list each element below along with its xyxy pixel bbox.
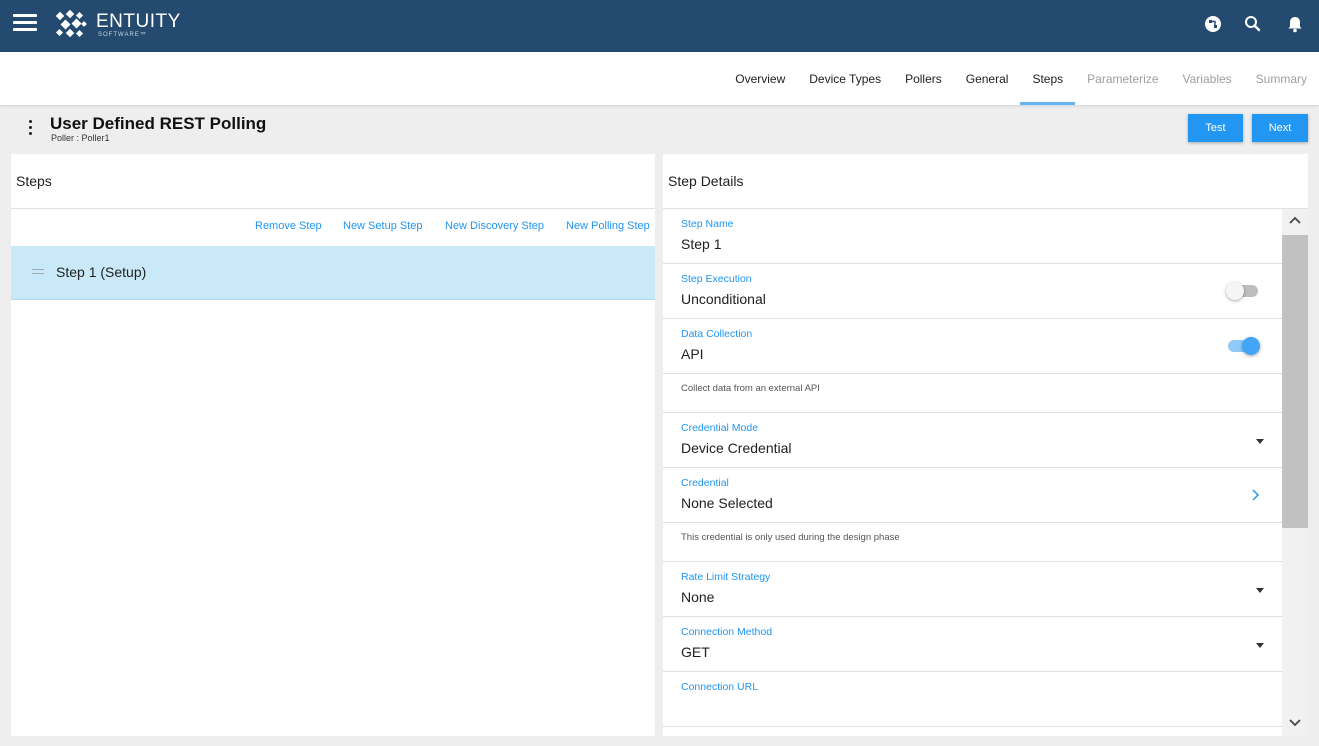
tab-steps[interactable]: Steps [1020, 52, 1075, 105]
remove-step-button[interactable]: Remove Step [255, 220, 322, 232]
chevron-right-icon[interactable] [1250, 489, 1260, 501]
dropdown-arrow-icon[interactable] [1256, 439, 1264, 444]
steps-actions: Remove Step New Setup Step New Discovery… [11, 209, 655, 246]
credential-mode-select[interactable]: Credential Mode Device Credential [663, 413, 1282, 468]
entuity-logo-mark-icon [55, 10, 87, 38]
credential-selector[interactable]: Credential None Selected [663, 468, 1282, 523]
next-button[interactable]: Next [1252, 114, 1308, 142]
details-scrollbar[interactable] [1282, 209, 1308, 736]
credential-value: None Selected [681, 495, 773, 511]
new-setup-step-button[interactable]: New Setup Step [343, 220, 423, 232]
scrollbar-thumb[interactable] [1282, 235, 1308, 528]
credential-hint: This credential is only used during the … [663, 523, 1282, 562]
connection-url-label: Connection URL [681, 681, 759, 693]
tab-variables[interactable]: Variables [1171, 52, 1244, 105]
search-icon[interactable] [1243, 14, 1263, 34]
steps-panel: Steps Remove Step New Setup Step New Dis… [11, 154, 655, 736]
connection-url-field[interactable]: Connection URL [663, 672, 1282, 727]
tab-overview[interactable]: Overview [723, 52, 797, 105]
step-list-item-label: Step 1 (Setup) [56, 264, 147, 280]
connection-method-label: Connection Method [681, 626, 773, 638]
step-name-label: Step Name [681, 218, 734, 230]
data-collection-hint-text: Collect data from an external API [681, 383, 820, 394]
entuity-logo[interactable]: ENTUITY SOFTWARE™ [54, 9, 194, 43]
new-polling-step-button[interactable]: New Polling Step [566, 220, 650, 232]
dropdown-arrow-icon[interactable] [1256, 588, 1264, 593]
steps-panel-title: Steps [11, 154, 655, 209]
rate-limit-strategy-label: Rate Limit Strategy [681, 571, 771, 583]
step-execution-toggle[interactable] [1226, 281, 1260, 301]
menu-icon[interactable] [13, 14, 37, 32]
step-details-form: Step Name Step 1 Step Execution Uncondit… [663, 209, 1282, 727]
top-app-bar: ENTUITY SOFTWARE™ [0, 0, 1319, 52]
logo-subtext: SOFTWARE™ [98, 32, 147, 38]
logo-text: ENTUITY [96, 11, 181, 32]
notifications-bell-icon[interactable] [1285, 14, 1305, 34]
step-execution-value: Unconditional [681, 291, 766, 307]
data-collection-toggle[interactable] [1226, 336, 1260, 356]
step-execution-field: Step Execution Unconditional [663, 264, 1282, 319]
page-subtitle: Poller : Poller1 [51, 133, 110, 143]
page-title: User Defined REST Polling [50, 114, 267, 133]
tab-parameterize[interactable]: Parameterize [1075, 52, 1170, 105]
credential-label: Credential [681, 477, 729, 489]
credential-hint-text: This credential is only used during the … [681, 532, 900, 543]
scroll-down-icon[interactable] [1288, 718, 1302, 728]
test-button[interactable]: Test [1188, 114, 1243, 142]
connection-method-value: GET [681, 644, 710, 660]
step-list-item[interactable]: Step 1 (Setup) [11, 246, 655, 300]
tab-general[interactable]: General [954, 52, 1021, 105]
new-discovery-step-button[interactable]: New Discovery Step [445, 220, 544, 232]
tab-pollers[interactable]: Pollers [893, 52, 954, 105]
step-name-field[interactable]: Step Name Step 1 [663, 209, 1282, 264]
step-execution-label: Step Execution [681, 273, 752, 285]
scroll-up-icon[interactable] [1288, 215, 1302, 225]
rate-limit-strategy-value: None [681, 589, 715, 605]
step-name-value[interactable]: Step 1 [681, 236, 721, 252]
step-details-panel-title: Step Details [663, 154, 1308, 209]
step-details-panel: Step Details Step Name Step 1 Step Execu… [663, 154, 1308, 736]
credential-mode-value: Device Credential [681, 440, 792, 456]
time-zone-icon[interactable] [1203, 14, 1223, 34]
more-options-icon[interactable] [28, 120, 34, 136]
drag-handle-icon[interactable] [32, 269, 44, 274]
data-collection-value: API [681, 346, 704, 362]
tab-list: Overview Device Types Pollers General Steps P… [723, 52, 1319, 105]
rate-limit-strategy-select[interactable]: Rate Limit Strategy None [663, 562, 1282, 617]
dropdown-arrow-icon[interactable] [1256, 643, 1264, 648]
data-collection-label: Data Collection [681, 328, 753, 340]
connection-method-select[interactable]: Connection Method GET [663, 617, 1282, 672]
tab-device-types[interactable]: Device Types [797, 52, 893, 105]
data-collection-field: Data Collection API [663, 319, 1282, 374]
tab-summary[interactable]: Summary [1244, 52, 1319, 105]
data-collection-hint: Collect data from an external API [663, 374, 1282, 413]
credential-mode-label: Credential Mode [681, 422, 759, 434]
wizard-tab-bar: Overview Device Types Pollers General Steps P… [0, 52, 1319, 105]
